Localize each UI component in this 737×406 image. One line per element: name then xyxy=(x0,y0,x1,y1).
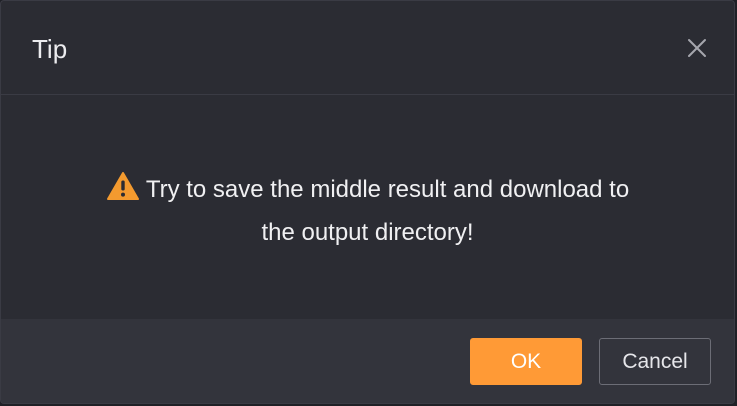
tip-dialog: Tip Try to save the middle result and do… xyxy=(0,0,735,404)
dialog-header: Tip xyxy=(1,1,734,95)
message-text-line-2: the output directory! xyxy=(261,219,474,246)
cancel-button[interactable]: Cancel xyxy=(599,338,711,385)
warning-icon xyxy=(106,171,140,201)
ok-button[interactable]: OK xyxy=(470,338,582,385)
dialog-title: Tip xyxy=(32,34,68,64)
dialog-footer: OK Cancel xyxy=(1,319,734,403)
dialog-message: Try to save the middle result and downlo… xyxy=(1,168,734,254)
message-line-1: Try to save the middle result and downlo… xyxy=(1,168,734,211)
close-icon[interactable] xyxy=(686,37,708,59)
message-text-line-1: Try to save the middle result and downlo… xyxy=(145,176,630,203)
dialog-body: Try to save the middle result and downlo… xyxy=(1,95,734,319)
